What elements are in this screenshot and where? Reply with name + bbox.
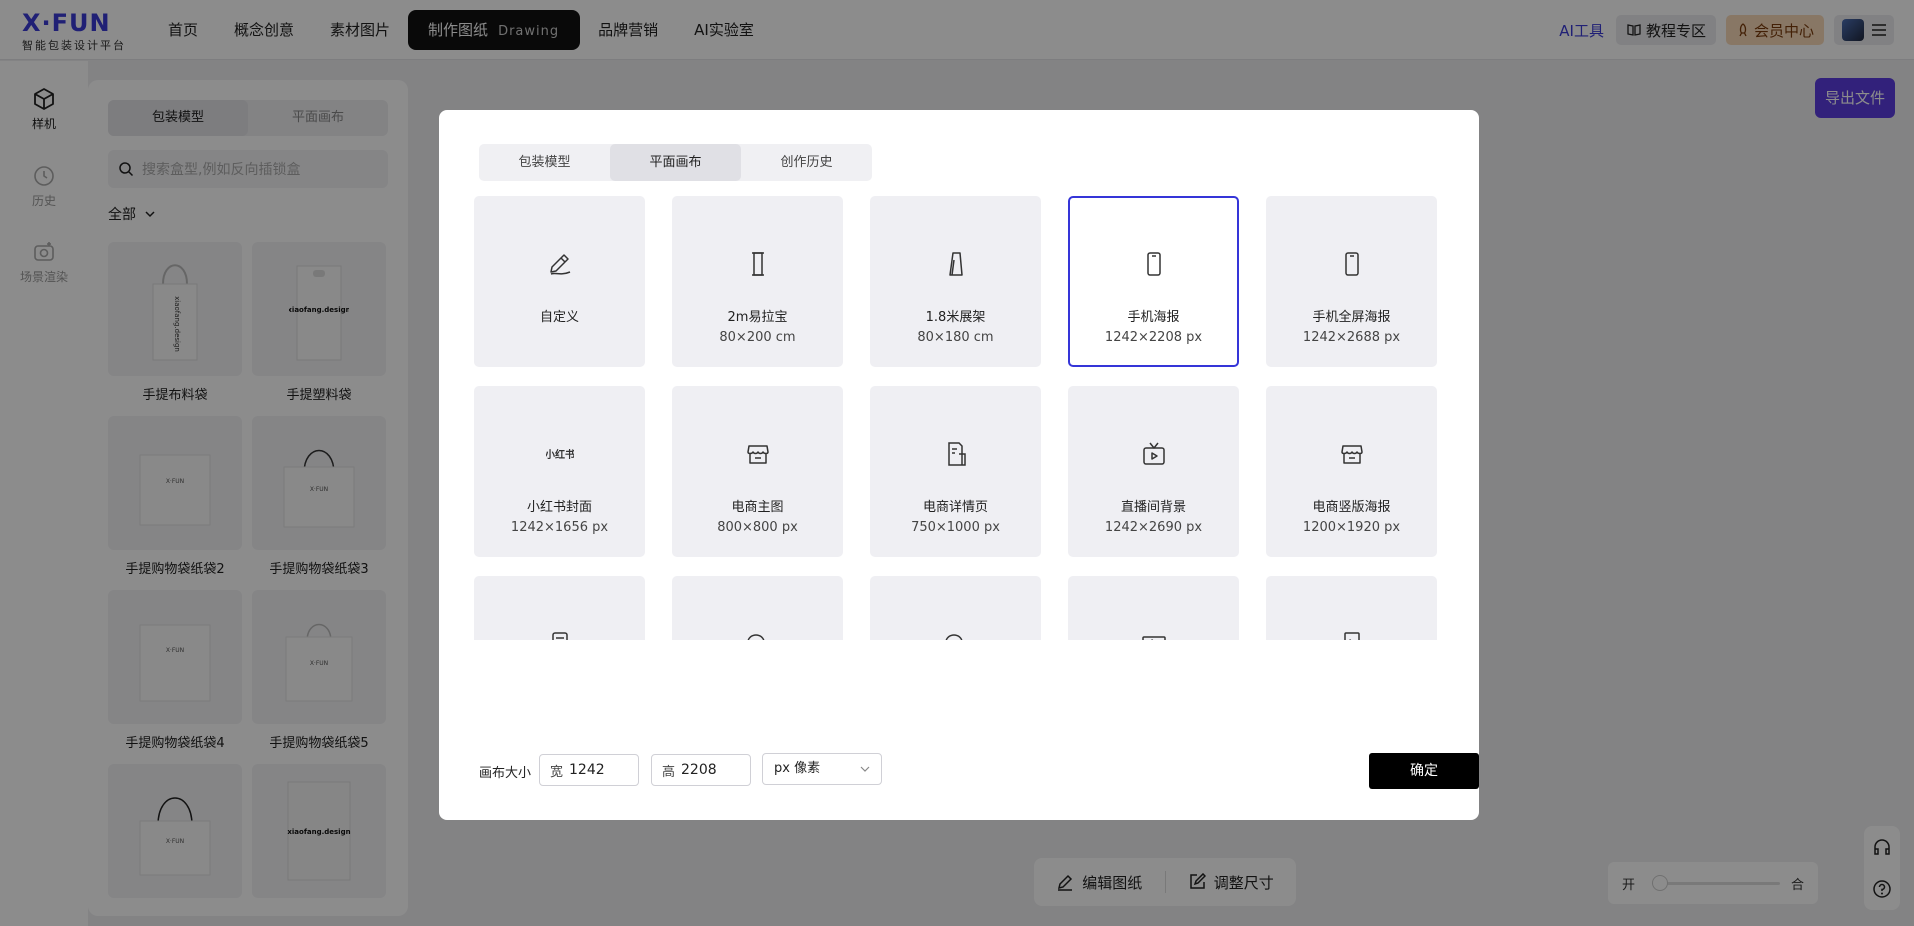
- video-landscape-icon: [1070, 630, 1237, 640]
- preset-size: 1242×2690 px: [1104, 520, 1203, 535]
- xiaohongshu-icon: 小红书: [476, 440, 643, 468]
- preset-card[interactable]: 手机海报 1242×2208 px: [1068, 196, 1239, 367]
- height-value: 2208: [681, 762, 717, 778]
- preset-name: 小红书封面: [526, 500, 592, 515]
- preset-name: 手机海报: [1127, 310, 1180, 325]
- preset-card[interactable]: 手机全屏海报 1242×2688 px: [1266, 196, 1437, 367]
- preset-card[interactable]: 电商详情页 750×1000 px: [870, 386, 1041, 557]
- canvas-size-label: 画布大小: [479, 766, 532, 781]
- preset-size: 1242×1656 px: [510, 520, 609, 535]
- shop-icon: [674, 440, 841, 468]
- shop-icon: [1268, 440, 1435, 468]
- preset-card[interactable]: 直播间背景 1242×2690 px: [1068, 386, 1239, 557]
- phone-icon: [1070, 250, 1237, 278]
- video-portrait-icon: [1268, 630, 1435, 640]
- detail-page-icon: [872, 440, 1039, 468]
- width-prefix: 宽: [550, 764, 564, 780]
- tab-package-model[interactable]: 包装模型: [479, 144, 610, 181]
- document-icon: [476, 630, 643, 640]
- dialog-tabs: 包装模型 平面画布 创作历史: [479, 144, 872, 181]
- preset-card[interactable]: 抖音图文带货1242×1656 px: [474, 576, 645, 640]
- canvas-size-footer: 画布大小 宽 1242 高 2208 px 像素 确定: [479, 752, 1479, 789]
- tv-icon: [1070, 440, 1237, 468]
- rollup-banner-icon: [674, 250, 841, 278]
- preset-size: 80×180 cm: [917, 330, 994, 345]
- preset-card[interactable]: 横版视频封面1920×1080 px: [1068, 576, 1239, 640]
- unit-select-value: px 像素: [774, 761, 821, 776]
- preset-name: 直播间背景: [1120, 500, 1186, 515]
- height-field[interactable]: 高 2208: [651, 754, 751, 786]
- preset-name: 自定义: [539, 310, 579, 325]
- preset-card[interactable]: 2m易拉宝 80×200 cm: [672, 196, 843, 367]
- preset-card[interactable]: 电商主图 800×800 px: [672, 386, 843, 557]
- width-value: 1242: [569, 762, 605, 778]
- icon-text: 小红书: [546, 448, 574, 461]
- width-field[interactable]: 宽 1242: [539, 754, 639, 786]
- preset-size: 800×800 px: [717, 520, 798, 535]
- tab-creation-history[interactable]: 创作历史: [741, 144, 872, 181]
- preset-name: 2m易拉宝: [727, 310, 788, 325]
- preset-name: 电商主图: [731, 500, 784, 515]
- preset-card[interactable]: 竖版视频封面1242×2208 px: [1266, 576, 1437, 640]
- display-stand-icon: [872, 250, 1039, 278]
- tab-flat-canvas[interactable]: 平面画布: [610, 144, 741, 181]
- preset-card[interactable]: 小红书小红书封面 1242×1656 px: [474, 386, 645, 557]
- wechat-icon: [674, 630, 841, 640]
- preset-name: 1.8米展架: [925, 310, 986, 325]
- preset-name: 电商详情页: [922, 500, 988, 515]
- preset-card[interactable]: 公众号次图800×800 px: [870, 576, 1041, 640]
- pen-icon: [476, 250, 643, 278]
- preset-size: 750×1000 px: [911, 520, 1000, 535]
- preset-card[interactable]: 电商竖版海报 1200×1920 px: [1266, 386, 1437, 557]
- canvas-preset-grid: 自定义 2m易拉宝 80×200 cm 1.8米展架 80×180 cm 手机海报 1242…: [474, 196, 1449, 640]
- height-prefix: 高: [662, 764, 676, 780]
- preset-card[interactable]: 自定义: [474, 196, 645, 367]
- unit-select[interactable]: px 像素: [762, 753, 882, 785]
- wechat-icon: [872, 630, 1039, 640]
- confirm-button[interactable]: 确定: [1369, 753, 1479, 789]
- preset-size: 80×200 cm: [719, 330, 796, 345]
- preset-size: 1242×2688 px: [1302, 330, 1401, 345]
- preset-size: 1242×2208 px: [1104, 330, 1203, 345]
- preset-name: 电商竖版海报: [1312, 500, 1391, 515]
- preset-card[interactable]: 公众号首图900×383 px: [672, 576, 843, 640]
- chevron-down-icon: [860, 766, 870, 772]
- preset-card[interactable]: 1.8米展架 80×180 cm: [870, 196, 1041, 367]
- canvas-size-dialog: 包装模型 平面画布 创作历史 自定义 2m易拉宝 80×200 cm 1.8米展架 80…: [439, 110, 1479, 820]
- preset-name: 手机全屏海报: [1312, 310, 1391, 325]
- preset-size: 1200×1920 px: [1302, 520, 1401, 535]
- phone-icon: [1268, 250, 1435, 278]
